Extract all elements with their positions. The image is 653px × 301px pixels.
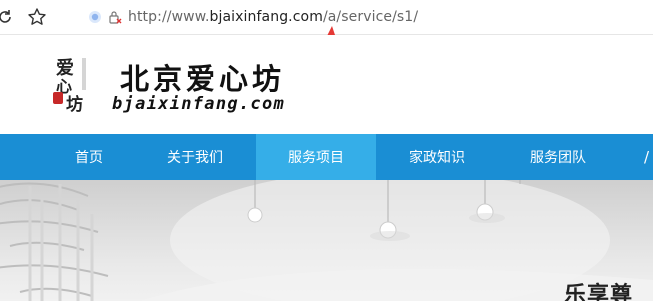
menu-item-knowledge[interactable]: 家政知识 (377, 134, 497, 180)
brand-name-en: bjaixinfang.com (112, 94, 286, 114)
shield-icon (89, 11, 101, 23)
menu-item-team[interactable]: 服务团队 (498, 134, 618, 180)
menu-item-services[interactable]: 服务项目 (256, 134, 376, 180)
svg-text:坊: 坊 (66, 94, 83, 114)
hero-illustration (0, 180, 653, 301)
url-domain: bjaixinfang.com (209, 9, 323, 25)
menu-overflow-glyph: / (644, 148, 650, 166)
star-icon (28, 8, 46, 25)
url-prefix: http://www. (128, 9, 210, 25)
brand-name-cn[interactable]: 北京爱心坊 (120, 56, 285, 98)
logo-seal-icon[interactable]: 爱 心 坊 (48, 52, 98, 114)
url-text: http://www.bjaixinfang.com/a/service/s1/ (128, 9, 418, 25)
url-field[interactable]: http://www.bjaixinfang.com/a/service/s1/ (88, 6, 418, 28)
menu-item-home[interactable]: 首页 (29, 134, 149, 180)
menu-item-about[interactable]: 关于我们 (135, 134, 255, 180)
hero-slogan: 乐享尊 (564, 283, 634, 301)
main-menu: 首页 关于我们 服务项目 家政知识 服务团队 / (0, 134, 653, 180)
refresh-button[interactable] (0, 6, 16, 28)
svg-text:爱: 爱 (56, 58, 74, 79)
lock-warning-icon (109, 11, 122, 24)
bookmark-button[interactable] (26, 6, 48, 28)
pendant-lamp-icon (247, 207, 263, 223)
hero-banner: 乐享尊 (0, 180, 653, 301)
refresh-icon (0, 10, 11, 23)
